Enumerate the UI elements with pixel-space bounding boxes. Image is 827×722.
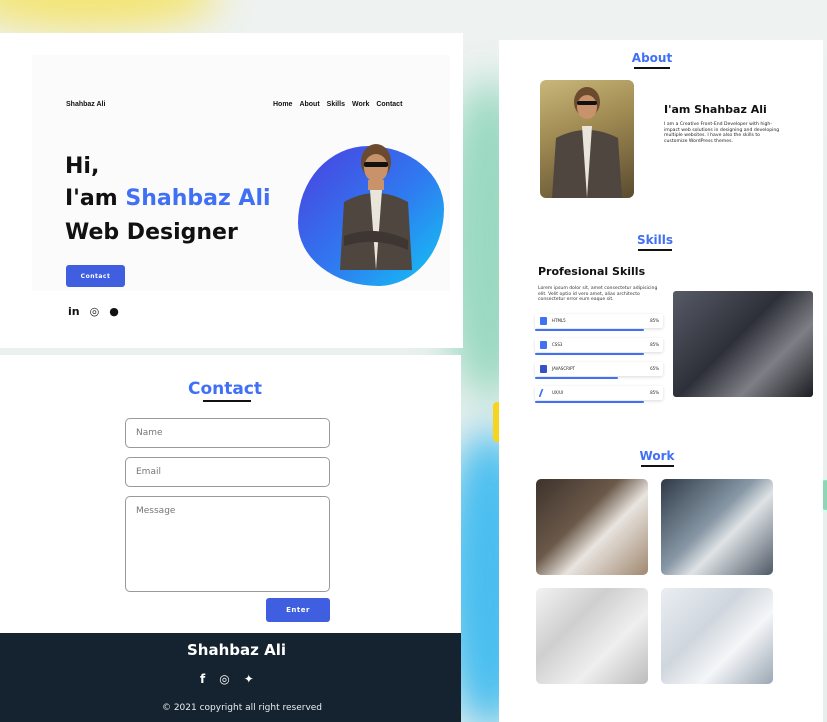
skills-title: Skills — [636, 233, 674, 247]
about-description: I am a Creative Front-End Developer with… — [664, 122, 780, 144]
work-image-mouse[interactable] — [536, 479, 648, 575]
hero-intro-prefix: I'am — [65, 186, 126, 211]
facebook-icon[interactable]: f — [200, 672, 205, 686]
hero-role: Web Designer — [65, 220, 238, 245]
nav-skills-link[interactable]: Skills — [327, 101, 345, 108]
skills-heading: Profesional Skills — [538, 265, 646, 278]
nav-work-link[interactable]: Work — [352, 101, 369, 108]
message-textarea[interactable]: Message — [125, 496, 330, 592]
hero-social-links: in ◎ ● — [68, 306, 119, 318]
footer-copyright: © 2021 copyright all right reserved — [161, 703, 323, 713]
email-input[interactable]: Email — [125, 457, 330, 487]
nav-brand[interactable]: Shahbaz Ali — [66, 101, 105, 108]
skill-label: CSS3 — [552, 342, 563, 347]
javascript-icon — [540, 365, 547, 373]
hero-contact-button[interactable]: Contact — [66, 265, 125, 287]
footer-social-links: f ◎ ✦ — [200, 672, 254, 686]
pen-icon — [538, 389, 549, 397]
enter-button[interactable]: Enter — [266, 598, 330, 622]
about-title: About — [631, 51, 673, 65]
skills-description: Lorem ipsum dolor sit, amet consectetur … — [538, 286, 658, 303]
html5-icon — [540, 317, 547, 325]
footer-name: Shahbaz Ali — [187, 641, 286, 659]
skill-progress-bar — [535, 377, 619, 379]
nav-about-link[interactable]: About — [299, 101, 319, 108]
linkedin-icon[interactable]: in — [68, 306, 80, 318]
skill-progress-bar — [535, 353, 644, 355]
nav-contact-link[interactable]: Contact — [376, 101, 402, 108]
skill-progress-bar — [535, 401, 644, 403]
hero-intro-name: Shahbaz Ali — [125, 186, 271, 211]
contact-title-underline — [203, 400, 251, 402]
work-title: Work — [639, 449, 675, 463]
nav-home-link[interactable]: Home — [273, 101, 292, 108]
skill-javascript: JAVASCRIPT 65% — [535, 362, 663, 379]
work-image-notes[interactable] — [661, 479, 773, 575]
work-title-underline — [641, 465, 674, 467]
skill-html5: HTML5 85% — [535, 314, 663, 331]
instagram-icon[interactable]: ◎ — [219, 672, 229, 686]
skill-label: UX/UI — [552, 390, 564, 395]
instagram-icon[interactable]: ◎ — [90, 306, 100, 318]
name-input[interactable]: Name — [125, 418, 330, 448]
about-title-underline — [634, 67, 670, 69]
hero-intro: I'am Shahbaz Ali — [65, 182, 271, 216]
css3-icon — [540, 341, 547, 349]
skill-css3: CSS3 85% — [535, 338, 663, 355]
skills-title-underline — [638, 249, 672, 251]
github-icon[interactable]: ● — [109, 306, 119, 318]
hero-greeting: Hi, — [65, 154, 100, 179]
skill-label: HTML5 — [552, 318, 566, 323]
main-nav: Home About Skills Work Contact — [273, 101, 402, 108]
skill-uxui: UX/UI 85% — [535, 386, 663, 403]
contact-title: Contact — [187, 379, 263, 399]
about-portrait-image — [540, 80, 634, 198]
work-image-keyboard[interactable] — [536, 588, 648, 684]
twitter-icon[interactable]: ✦ — [244, 672, 254, 686]
skill-percent: 85% — [650, 318, 659, 323]
background-yellow-blob — [0, 0, 220, 30]
skill-percent: 85% — [650, 342, 659, 347]
skills-laptop-image — [673, 291, 813, 397]
skill-label: JAVASCRIPT — [552, 366, 575, 371]
skill-percent: 65% — [650, 366, 659, 371]
hero-portrait-image — [340, 144, 412, 270]
work-image-desk[interactable] — [661, 588, 773, 684]
hero-headline: Hi, I'am Shahbaz Ali Web Designer — [65, 152, 271, 250]
skill-percent: 85% — [650, 390, 659, 395]
skill-progress-bar — [535, 329, 644, 331]
about-heading: I'am Shahbaz Ali — [664, 103, 767, 116]
